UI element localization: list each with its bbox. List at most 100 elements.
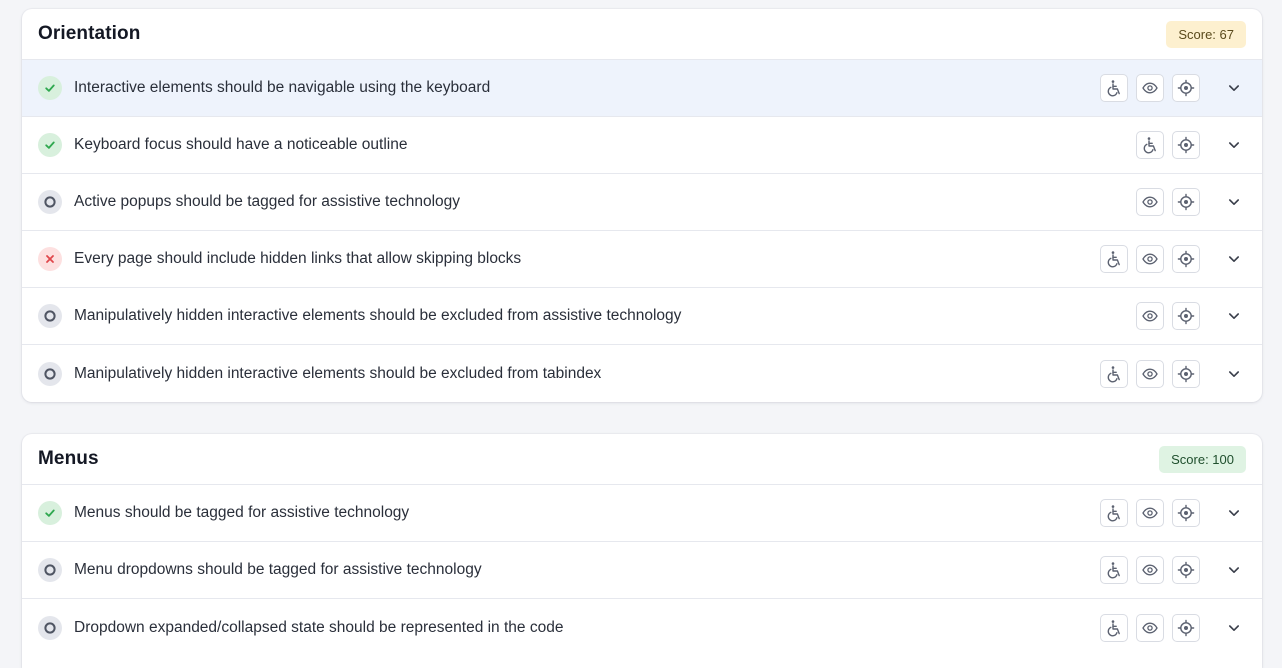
rule-label: Interactive elements should be navigable… bbox=[74, 79, 491, 96]
accessibility-icon bbox=[1105, 79, 1123, 97]
accessibility-icon bbox=[1105, 619, 1123, 637]
target-button[interactable] bbox=[1172, 131, 1200, 159]
rule-label: Menus should be tagged for assistive tec… bbox=[74, 504, 410, 521]
target-icon bbox=[1177, 504, 1195, 522]
accessibility-icon bbox=[1105, 504, 1123, 522]
target-icon bbox=[1177, 79, 1195, 97]
rule-label: Manipulatively hidden interactive elemen… bbox=[74, 307, 682, 324]
eye-button[interactable] bbox=[1136, 359, 1164, 388]
eye-button[interactable] bbox=[1136, 302, 1164, 330]
not-applicable-status-icon bbox=[38, 558, 62, 582]
accessibility-icon bbox=[1105, 365, 1123, 383]
rule-row[interactable]: Every page should include hidden links t… bbox=[22, 231, 1262, 288]
target-icon bbox=[1177, 136, 1195, 154]
rule-label: Every page should include hidden links t… bbox=[74, 250, 522, 267]
chevron-down-icon[interactable] bbox=[1220, 74, 1248, 102]
rule-row[interactable]: Menu dropdowns should be tagged for assi… bbox=[22, 542, 1262, 599]
rule-actions bbox=[1100, 613, 1200, 642]
accessibility-button[interactable] bbox=[1100, 556, 1128, 584]
not-applicable-status-icon bbox=[38, 615, 62, 640]
not-applicable-status-icon bbox=[38, 361, 62, 386]
rule-row[interactable]: Manipulatively hidden interactive elemen… bbox=[22, 345, 1262, 402]
accessibility-button[interactable] bbox=[1100, 74, 1128, 102]
chevron-down-icon[interactable] bbox=[1220, 556, 1248, 584]
eye-icon bbox=[1141, 307, 1159, 325]
eye-button[interactable] bbox=[1136, 188, 1164, 216]
panel-header: Menus Score: 100 bbox=[22, 434, 1262, 485]
accessibility-icon bbox=[1105, 561, 1123, 579]
chevron-down-icon[interactable] bbox=[1220, 302, 1248, 330]
chevron-down-icon[interactable] bbox=[1220, 614, 1248, 642]
target-button[interactable] bbox=[1172, 359, 1200, 388]
rule-list: Menus should be tagged for assistive tec… bbox=[22, 485, 1262, 656]
orientation-panel: Orientation Score: 67 Interactive elemen… bbox=[22, 9, 1262, 402]
rule-actions bbox=[1136, 302, 1200, 330]
rule-actions bbox=[1100, 245, 1200, 273]
eye-icon bbox=[1141, 619, 1159, 637]
rule-label: Keyboard focus should have a noticeable … bbox=[74, 136, 408, 153]
eye-icon bbox=[1141, 561, 1159, 579]
target-button[interactable] bbox=[1172, 556, 1200, 584]
accessibility-icon bbox=[1141, 136, 1159, 154]
pass-status-icon bbox=[38, 76, 62, 100]
rule-label: Active popups should be tagged for assis… bbox=[74, 193, 461, 210]
accessibility-button[interactable] bbox=[1100, 499, 1128, 527]
chevron-down-icon[interactable] bbox=[1220, 360, 1248, 388]
rule-actions bbox=[1100, 556, 1200, 584]
not-applicable-status-icon bbox=[38, 190, 62, 214]
rule-label: Dropdown expanded/collapsed state should… bbox=[74, 618, 564, 636]
eye-button[interactable] bbox=[1136, 245, 1164, 273]
eye-icon bbox=[1141, 365, 1159, 383]
rule-list: Interactive elements should be navigable… bbox=[22, 60, 1262, 402]
pass-status-icon bbox=[38, 133, 62, 157]
target-button[interactable] bbox=[1172, 302, 1200, 330]
accessibility-icon bbox=[1105, 250, 1123, 268]
pass-status-icon bbox=[38, 501, 62, 525]
eye-icon bbox=[1141, 250, 1159, 268]
score-badge: Score: 67 bbox=[1166, 20, 1246, 48]
accessibility-button[interactable] bbox=[1136, 131, 1164, 159]
rule-actions bbox=[1100, 74, 1200, 102]
target-icon bbox=[1177, 619, 1195, 637]
rule-row[interactable]: Manipulatively hidden interactive elemen… bbox=[22, 288, 1262, 345]
eye-button[interactable] bbox=[1136, 556, 1164, 584]
eye-button[interactable] bbox=[1136, 74, 1164, 102]
rule-row[interactable]: Dropdown expanded/collapsed state should… bbox=[22, 599, 1262, 656]
target-button[interactable] bbox=[1172, 188, 1200, 216]
target-icon bbox=[1177, 193, 1195, 211]
rule-label: Manipulatively hidden interactive elemen… bbox=[74, 364, 602, 382]
rule-row[interactable]: Active popups should be tagged for assis… bbox=[22, 174, 1262, 231]
target-icon bbox=[1177, 250, 1195, 268]
rule-label: Menu dropdowns should be tagged for assi… bbox=[74, 561, 482, 578]
target-icon bbox=[1177, 307, 1195, 325]
rule-actions bbox=[1100, 499, 1200, 527]
target-icon bbox=[1177, 561, 1195, 579]
panel-title: Menus bbox=[38, 448, 99, 469]
chevron-down-icon[interactable] bbox=[1220, 245, 1248, 273]
eye-icon bbox=[1141, 504, 1159, 522]
chevron-down-icon[interactable] bbox=[1220, 131, 1248, 159]
eye-button[interactable] bbox=[1136, 499, 1164, 527]
target-button[interactable] bbox=[1172, 74, 1200, 102]
chevron-down-icon[interactable] bbox=[1220, 499, 1248, 527]
target-button[interactable] bbox=[1172, 499, 1200, 527]
rule-row[interactable]: Keyboard focus should have a noticeable … bbox=[22, 117, 1262, 174]
fail-status-icon bbox=[38, 247, 62, 271]
rule-actions bbox=[1100, 359, 1200, 388]
target-button[interactable] bbox=[1172, 245, 1200, 273]
target-button[interactable] bbox=[1172, 613, 1200, 642]
target-icon bbox=[1177, 365, 1195, 383]
eye-icon bbox=[1141, 193, 1159, 211]
score-badge: Score: 100 bbox=[1159, 445, 1246, 473]
panel-header: Orientation Score: 67 bbox=[22, 9, 1262, 60]
panel-title: Orientation bbox=[38, 23, 141, 44]
rule-row[interactable]: Interactive elements should be navigable… bbox=[22, 60, 1262, 117]
accessibility-button[interactable] bbox=[1100, 245, 1128, 273]
eye-button[interactable] bbox=[1136, 613, 1164, 642]
not-applicable-status-icon bbox=[38, 304, 62, 328]
rule-row[interactable]: Menus should be tagged for assistive tec… bbox=[22, 485, 1262, 542]
accessibility-button[interactable] bbox=[1100, 359, 1128, 388]
rule-actions bbox=[1136, 131, 1200, 159]
chevron-down-icon[interactable] bbox=[1220, 188, 1248, 216]
accessibility-button[interactable] bbox=[1100, 613, 1128, 642]
